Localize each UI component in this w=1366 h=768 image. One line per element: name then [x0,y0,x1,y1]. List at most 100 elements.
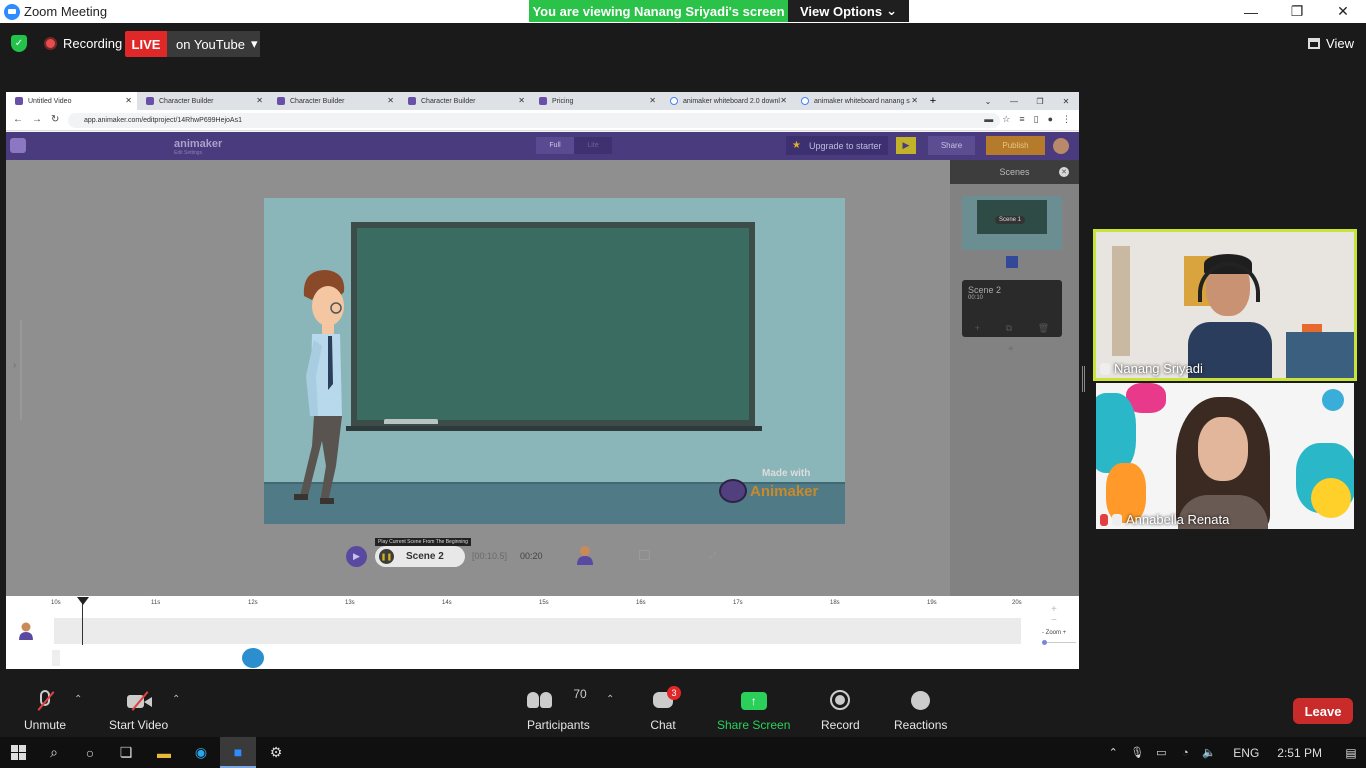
share-button[interactable]: Share [928,136,975,155]
current-scene-pill[interactable]: ❚❚ Scene 2 [375,546,465,567]
view-options-button[interactable]: View Options ⌄ [788,0,909,22]
cortana-icon[interactable]: ○ [72,737,108,768]
url-input[interactable]: app.animaker.com/editproject/14RhwP699He… [68,113,1000,128]
menu-kebab-icon[interactable]: ⋮ [1062,114,1071,125]
zoom-app-icon[interactable]: ■ [220,737,256,768]
task-view-icon[interactable]: ❏ [108,737,144,768]
new-tab-button[interactable]: + [923,92,943,110]
browser-tab[interactable]: Character Builder ✕ [137,92,268,110]
tab-search-icon[interactable]: ⌄ [975,92,1001,110]
tab-close-icon[interactable]: ✕ [649,96,656,105]
unmute-button[interactable]: Unmute [24,690,66,732]
close-button[interactable]: ✕ [1320,0,1366,23]
scene-thumbnail[interactable]: Scene 1 [962,196,1062,250]
settings-gear-icon[interactable]: ⚙ [258,737,294,768]
duplicate-icon[interactable]: ⧉ [1006,323,1012,334]
media-icon[interactable]: ≡ [1019,114,1024,125]
share-screen-button[interactable]: ↑ Share Screen [717,690,790,732]
browser-restore-button[interactable]: ❐ [1027,92,1053,110]
browser-minimize-button[interactable]: — [1001,92,1027,110]
character-icon[interactable] [576,545,594,565]
expand-icon[interactable]: ⤢ [709,550,716,561]
playhead[interactable] [82,600,83,645]
delete-icon[interactable]: 🗑 [1038,323,1049,334]
timeline-track[interactable] [54,618,1021,644]
publish-button[interactable]: Publish [986,136,1045,155]
preview-play-button[interactable]: ▶ [896,137,916,154]
tab-close-icon[interactable]: ✕ [125,96,132,105]
browser-tab[interactable]: animaker whiteboard nanang s ✕ [792,92,923,110]
recording-indicator[interactable]: Recording [44,36,122,51]
browser-tab[interactable]: Pricing ✕ [530,92,661,110]
back-icon[interactable]: ← [13,114,23,125]
video-tile[interactable]: Annabella Renata [1096,383,1354,529]
timeline-ruler[interactable]: 10s 11s 12s 13s 14s 15s 16s 17s 18s 19s … [46,596,1026,610]
profile-icon[interactable]: ● [1048,114,1053,125]
sidepanel-icon[interactable]: ▯ [1034,114,1039,125]
start-button[interactable] [0,737,36,768]
playhead-handle[interactable] [77,597,89,605]
encryption-shield-icon[interactable]: ✓ [11,35,27,52]
browser-tab[interactable]: animaker whiteboard 2.0 downl ✕ [661,92,792,110]
minimize-button[interactable]: — [1228,0,1274,23]
reload-icon[interactable]: ↻ [51,114,59,125]
animaker-edit-settings[interactable]: Edit Settings [174,150,202,156]
tab-close-icon[interactable]: ✕ [780,96,787,105]
language-indicator[interactable]: ENG [1233,746,1259,760]
file-explorer-icon[interactable]: ▬ [146,737,182,768]
tab-close-icon[interactable]: ✕ [518,96,525,105]
mode-full-button[interactable]: Full [536,137,574,154]
zoom-out-icon[interactable]: − [1051,615,1076,626]
close-scenes-icon[interactable]: ✕ [1059,167,1069,177]
add-icon[interactable]: + [975,323,980,334]
camera-icon[interactable]: ▬ [984,114,993,125]
bookmark-star-icon[interactable]: ☆ [1002,114,1010,125]
live-stream-indicator[interactable]: LIVE on YouTube ▾ [125,31,260,57]
participants-button[interactable]: 70 Participants [527,687,590,732]
clip-thumb-icon[interactable] [242,648,264,668]
fullscreen-icon[interactable] [639,550,650,560]
tab-close-icon[interactable]: ✕ [911,96,918,105]
edge-browser-icon[interactable]: ◉ [183,737,219,768]
zoom-slider[interactable] [1042,640,1076,645]
audio-options-caret-icon[interactable]: ⌃ [74,694,82,705]
participants-caret-icon[interactable]: ⌃ [606,694,614,705]
zoom-in-icon[interactable]: + [1051,604,1076,615]
user-avatar[interactable] [1053,138,1069,154]
browser-tab[interactable]: Untitled Video ✕ [6,92,137,110]
forward-icon[interactable]: → [32,114,42,125]
scene-canvas[interactable]: Made with Animaker [264,198,845,524]
show-hidden-icons-icon[interactable]: ⌃ [1101,746,1125,759]
expand-left-panel-icon[interactable]: › [13,360,16,371]
upgrade-button[interactable]: ★ Upgrade to starter [786,136,888,155]
tab-close-icon[interactable]: ✕ [387,96,394,105]
add-scene-plus-icon[interactable]: + [1008,344,1014,355]
browser-tab[interactable]: Character Builder ✕ [399,92,530,110]
browser-tab[interactable]: Character Builder ✕ [268,92,399,110]
chalkboard[interactable] [351,222,755,426]
add-scene-button[interactable] [1006,256,1018,268]
leave-button[interactable]: Leave [1293,698,1353,724]
live-platform-dropdown[interactable]: on YouTube ▾ [167,31,260,57]
battery-icon[interactable]: ▭ [1149,746,1173,759]
view-button[interactable]: View [1308,36,1354,51]
volume-icon[interactable]: 🔈 [1197,746,1221,759]
chat-button[interactable]: 3 Chat [650,686,681,732]
scene-thumbnail-active[interactable]: Scene 2 00:10 + ⧉ 🗑 [962,280,1062,337]
start-video-button[interactable]: Start Video [109,690,168,732]
browser-close-button[interactable]: ✕ [1053,92,1079,110]
video-tile-active-speaker[interactable]: Nanang Sriyadi [1093,229,1357,381]
panel-resize-handle[interactable] [1082,366,1085,392]
restore-button[interactable]: ❐ [1274,0,1320,23]
play-all-button[interactable]: ▶ [346,546,367,567]
search-icon[interactable]: ⌕ [36,737,72,768]
notifications-icon[interactable]: ▤ [1336,746,1366,760]
video-options-caret-icon[interactable]: ⌃ [172,694,180,705]
teacher-character[interactable] [284,266,354,506]
character-clip-thumb[interactable] [52,650,60,666]
record-button[interactable]: Record [821,690,860,732]
pause-icon[interactable]: ❚❚ [379,549,394,564]
clock[interactable]: 2:51 PM [1277,746,1322,760]
tab-close-icon[interactable]: ✕ [256,96,263,105]
wifi-icon[interactable]: ◔ [1173,747,1197,759]
